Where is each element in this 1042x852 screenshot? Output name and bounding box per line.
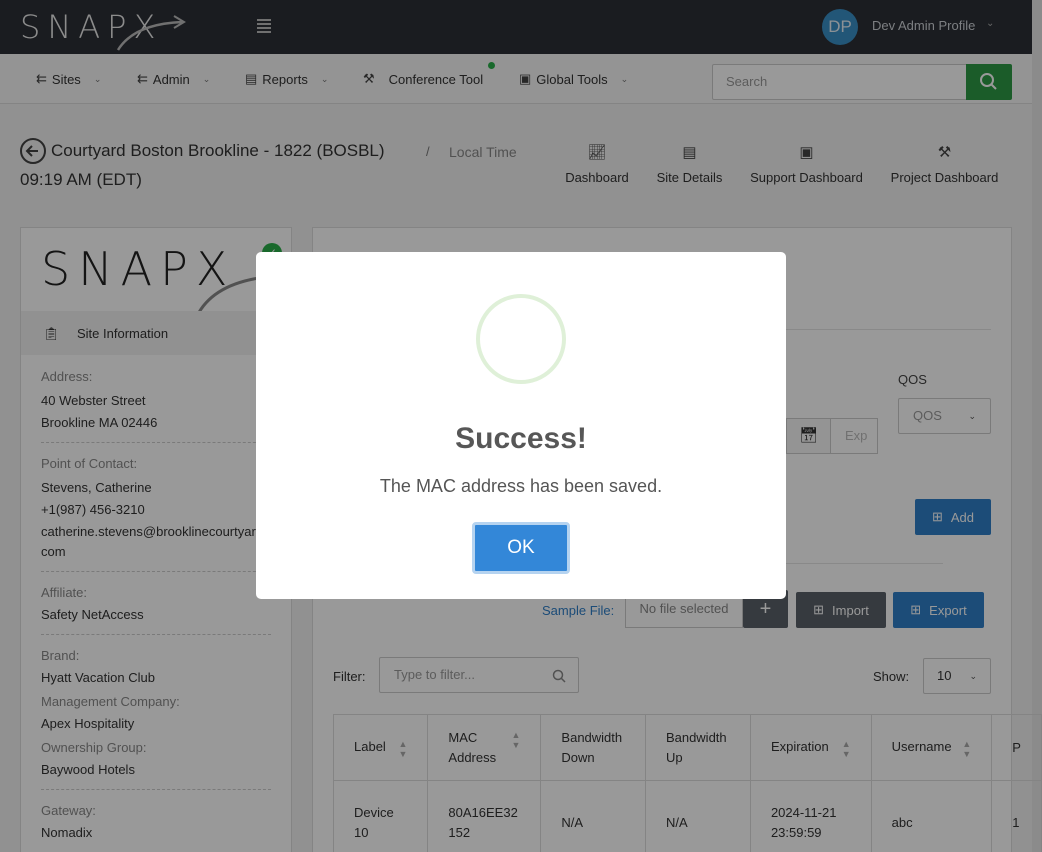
success-icon [476,294,566,384]
dialog-title: Success! [455,422,587,455]
ok-button[interactable]: OK [472,522,570,574]
dialog-message: The MAC address has been saved. [379,476,663,496]
success-dialog: Success! The MAC address has been saved.… [256,252,786,599]
